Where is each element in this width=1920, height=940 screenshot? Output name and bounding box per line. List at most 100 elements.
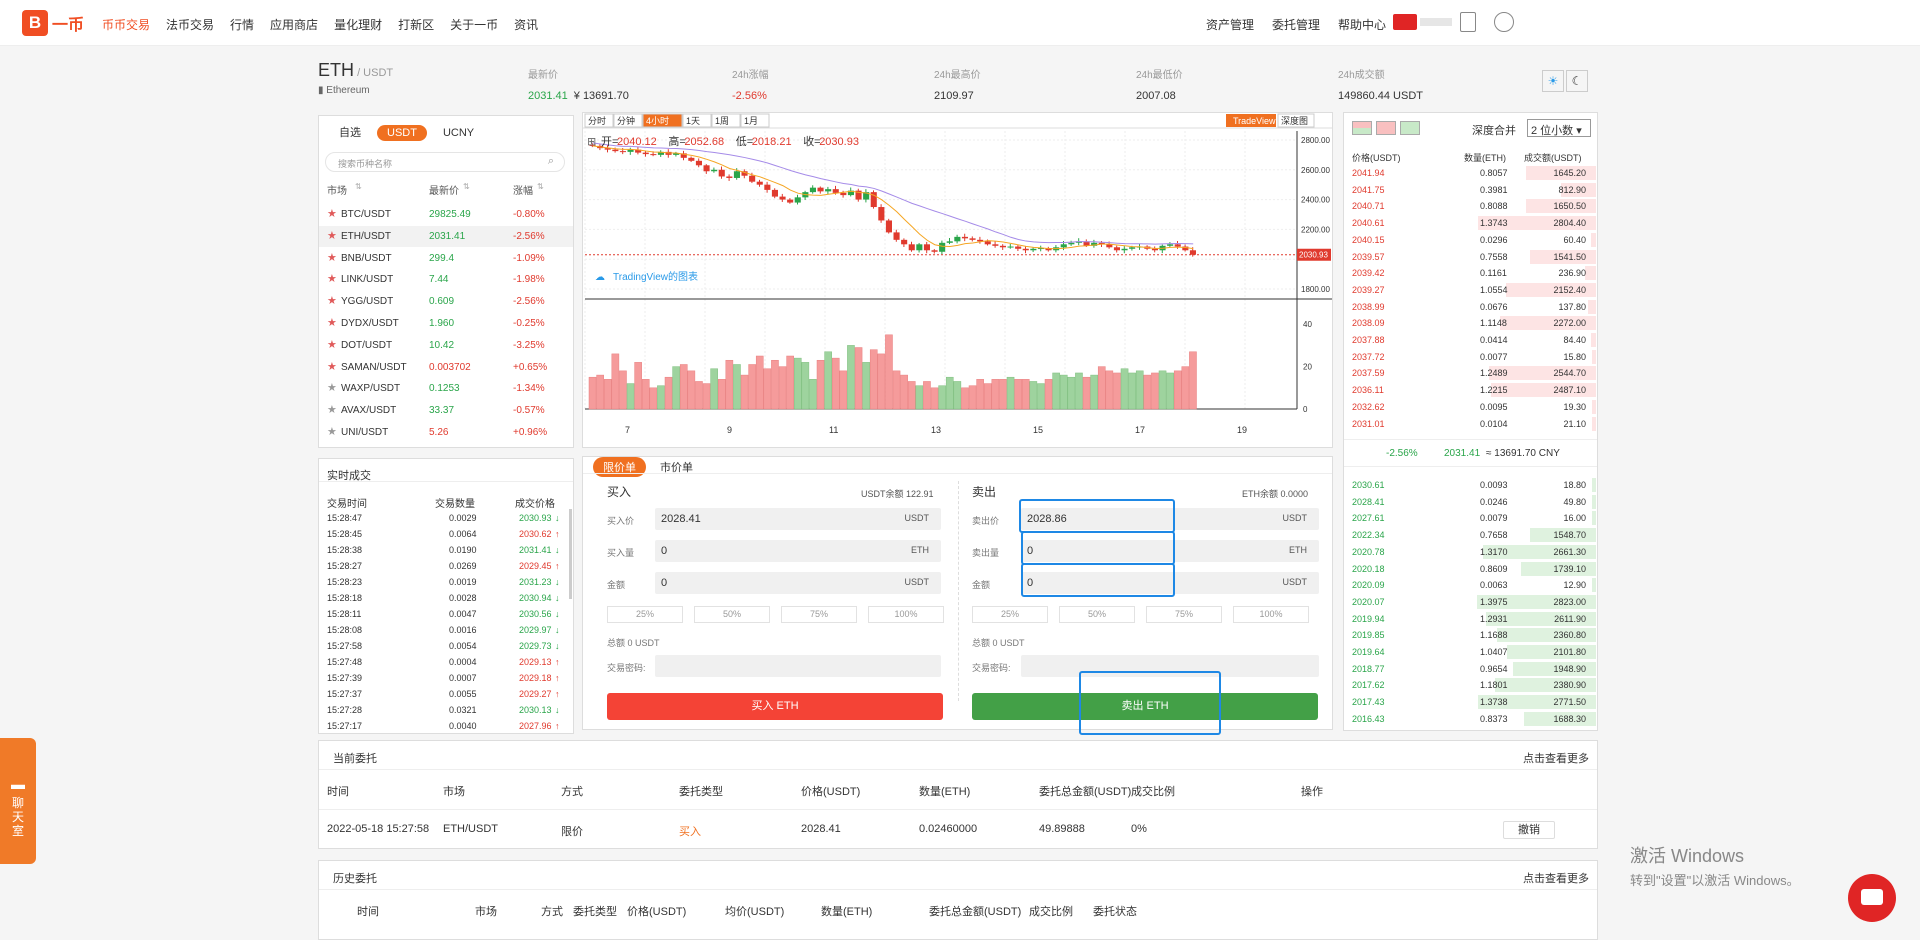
list-item[interactable]: ★ ETH/USDT 2031.41 -2.56%: [319, 225, 573, 247]
market-header-2[interactable]: 涨幅: [513, 182, 533, 197]
star-icon[interactable]: ★: [327, 360, 337, 373]
sort-icon[interactable]: ⇅: [355, 182, 362, 191]
buy-price-input[interactable]: 2028.41 USDT: [655, 508, 941, 530]
sell-pct-50[interactable]: 50%: [1059, 606, 1135, 623]
nav-item-2[interactable]: 行情: [230, 16, 254, 33]
orderbook-row[interactable]: 2039.27 1.0554 2152.40: [1344, 282, 1596, 299]
logo[interactable]: B 一币: [22, 10, 84, 36]
user-avatar[interactable]: [1393, 14, 1417, 30]
orderbook-row[interactable]: 2019.85 1.1688 2360.80: [1344, 627, 1596, 644]
dark-theme-icon[interactable]: ☾: [1566, 70, 1588, 92]
orderbook-row[interactable]: 2036.11 1.2215 2487.10: [1344, 382, 1596, 399]
nav-item-6[interactable]: 关于一币: [450, 16, 498, 33]
market-tab-2[interactable]: UCNY: [433, 125, 484, 141]
orderbook-row[interactable]: 2020.78 1.3170 2661.30: [1344, 544, 1596, 561]
list-item[interactable]: ★ SAMAN/USDT 0.003702 +0.65%: [319, 357, 573, 378]
language-globe-icon[interactable]: [1494, 12, 1514, 32]
nav-item-1[interactable]: 法币交易: [166, 16, 214, 33]
orderbook-asks-icon[interactable]: [1376, 121, 1396, 135]
buy-pct-75[interactable]: 75%: [781, 606, 857, 623]
market-search-input[interactable]: 搜索币种名称 ⌕: [325, 152, 565, 172]
orderbook-row[interactable]: 2018.77 0.9654 1948.90: [1344, 661, 1596, 678]
orderbook-row[interactable]: 2027.61 0.0079 16.00: [1344, 510, 1596, 527]
orderbook-row[interactable]: 2019.64 1.0407 2101.80: [1344, 644, 1596, 661]
orderbook-row[interactable]: 2016.43 0.8373 1688.30: [1344, 711, 1596, 728]
order-type-tab-1[interactable]: 市价单: [650, 457, 703, 477]
buy-amt-input[interactable]: 0 USDT: [655, 572, 941, 594]
list-item[interactable]: ★ DOT/USDT 10.42 -3.25%: [319, 335, 573, 356]
history-more-link[interactable]: 点击查看更多: [1523, 870, 1589, 886]
right-nav-item-0[interactable]: 资产管理: [1206, 16, 1254, 33]
right-nav-item-1[interactable]: 委托管理: [1272, 16, 1320, 33]
orderbook-row[interactable]: 2030.61 0.0093 18.80: [1344, 477, 1596, 494]
sell-pct-100[interactable]: 100%: [1233, 606, 1309, 623]
orderbook-both-icon[interactable]: [1352, 121, 1372, 135]
market-header-0[interactable]: 市场: [327, 182, 347, 197]
buy-pct-50[interactable]: 50%: [694, 606, 770, 623]
trades-scrollbar[interactable]: [569, 509, 572, 599]
list-item[interactable]: ★ LINK/USDT 7.44 -1.98%: [319, 269, 573, 290]
orderbook-row[interactable]: 2022.34 0.7658 1548.70: [1344, 527, 1596, 544]
orderbook-row[interactable]: 2039.57 0.7558 1541.50: [1344, 249, 1596, 266]
orderbook-row[interactable]: 2040.15 0.0296 60.40: [1344, 232, 1596, 249]
star-icon[interactable]: ★: [327, 207, 337, 220]
star-icon[interactable]: ★: [327, 403, 337, 416]
buy-pct-25[interactable]: 25%: [607, 606, 683, 623]
light-theme-icon[interactable]: ☀: [1542, 70, 1564, 92]
star-icon[interactable]: ★: [327, 316, 337, 329]
market-header-1[interactable]: 最新价: [429, 182, 459, 197]
star-icon[interactable]: ★: [327, 294, 337, 307]
orderbook-row[interactable]: 2037.88 0.0414 84.40: [1344, 332, 1596, 349]
download-app-icon[interactable]: [1460, 12, 1476, 32]
nav-item-3[interactable]: 应用商店: [270, 16, 318, 33]
chat-room-button[interactable]: ▬ 聊天室: [0, 738, 36, 864]
current-orders-more-link[interactable]: 点击查看更多: [1523, 750, 1589, 766]
orderbook-row[interactable]: 2031.01 0.0104 21.10: [1344, 416, 1596, 433]
orderbook-row[interactable]: 2040.71 0.8088 1650.50: [1344, 198, 1596, 215]
star-icon[interactable]: ★: [327, 272, 337, 285]
nav-item-5[interactable]: 打新区: [398, 16, 434, 33]
list-item[interactable]: ★ UNI/USDT 5.26 +0.96%: [319, 422, 573, 443]
star-icon[interactable]: ★: [327, 425, 337, 438]
list-item[interactable]: ★ BNB/USDT 299.4 -1.09%: [319, 248, 573, 269]
buy-password-input[interactable]: [655, 655, 941, 677]
orderbook-row[interactable]: 2017.62 1.1801 2380.90: [1344, 677, 1596, 694]
market-tab-1[interactable]: USDT: [377, 125, 427, 141]
market-tab-0[interactable]: 自选: [329, 122, 371, 142]
nav-item-0[interactable]: 币币交易: [102, 16, 150, 33]
nav-item-4[interactable]: 量化理财: [334, 16, 382, 33]
sell-pct-75[interactable]: 75%: [1146, 606, 1222, 623]
orderbook-row[interactable]: 2020.09 0.0063 12.90: [1344, 577, 1596, 594]
list-item[interactable]: ★ BTC/USDT 29825.49 -0.80%: [319, 204, 573, 225]
star-icon[interactable]: ★: [327, 229, 337, 242]
orderbook-row[interactable]: 2020.07 1.3975 2823.00: [1344, 594, 1596, 611]
star-icon[interactable]: ★: [327, 251, 337, 264]
orderbook-row[interactable]: 2032.62 0.0095 19.30: [1344, 399, 1596, 416]
order-type-tab-0[interactable]: 限价单: [593, 457, 646, 477]
list-item[interactable]: ★ DYDX/USDT 1.960 -0.25%: [319, 313, 573, 334]
support-chat-bubble[interactable]: [1848, 874, 1896, 922]
user-name[interactable]: [1420, 18, 1452, 26]
orderbook-row[interactable]: 2037.72 0.0077 15.80: [1344, 349, 1596, 366]
orderbook-row[interactable]: 2037.59 1.2489 2544.70: [1344, 365, 1596, 382]
list-item[interactable]: ★ YGG/USDT 0.609 -2.56%: [319, 291, 573, 312]
cancel-order-button[interactable]: 撤销: [1503, 821, 1555, 839]
nav-item-7[interactable]: 资讯: [514, 16, 538, 33]
depth-merge-select[interactable]: 2 位小数 ▾: [1527, 119, 1591, 137]
orderbook-row[interactable]: 2019.94 1.2931 2611.90: [1344, 611, 1596, 628]
sort-icon[interactable]: ⇅: [537, 182, 544, 191]
orderbook-row[interactable]: 2041.94 0.8057 1645.20: [1344, 165, 1596, 182]
orderbook-row[interactable]: 2020.18 0.8609 1739.10: [1344, 561, 1596, 578]
sell-pct-25[interactable]: 25%: [972, 606, 1048, 623]
star-icon[interactable]: ★: [327, 381, 337, 394]
orderbook-row[interactable]: 2038.09 1.1148 2272.00: [1344, 315, 1596, 332]
right-nav-item-2[interactable]: 帮助中心: [1338, 16, 1386, 33]
sort-icon[interactable]: ⇅: [463, 182, 470, 191]
buy-pct-100[interactable]: 100%: [868, 606, 944, 623]
orderbook-row[interactable]: 2040.61 1.3743 2804.40: [1344, 215, 1596, 232]
buy-button[interactable]: 买入 ETH: [607, 693, 943, 720]
star-icon[interactable]: ★: [327, 338, 337, 351]
orderbook-row[interactable]: 2039.42 0.1161 236.90: [1344, 265, 1596, 282]
orderbook-bids-icon[interactable]: [1400, 121, 1420, 135]
price-chart[interactable]: 分时 分钟 4小时 1天 1周 1月 TradeView 深度图 2800.00 2600.00 2…: [583, 113, 1332, 447]
